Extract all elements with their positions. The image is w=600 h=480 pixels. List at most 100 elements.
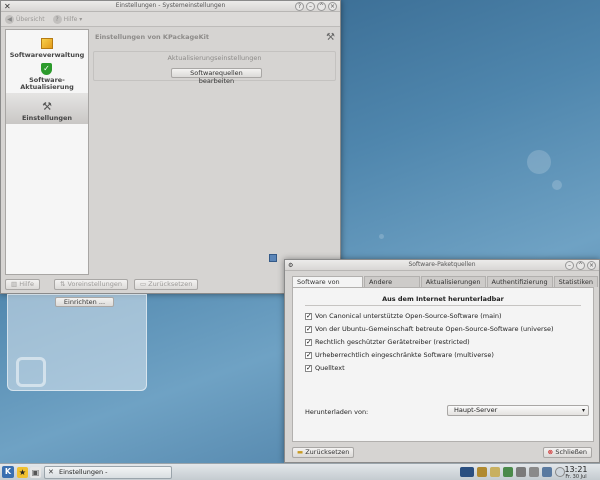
software-sources-dialog: ⚙ Software-Paketquellen – ^ × Software v… — [284, 259, 600, 463]
reset-button[interactable]: ▭ Zurücksetzen — [133, 279, 199, 290]
toolbar: ◀ Übersicht ? Hilfe ▾ — [1, 12, 340, 27]
help-button[interactable]: ▥ Hilfe — [5, 279, 41, 290]
sidebar-item-software-aktualisierung[interactable]: ✓ Software- Aktualisierung — [6, 61, 88, 93]
dialog-button-bar: ▬ Zurücksetzen ⊗ Schließen — [292, 447, 592, 459]
clock-time[interactable]: 13:21 — [562, 465, 590, 474]
checkbox-box[interactable]: ✓ — [305, 325, 312, 333]
tab-panel: Aus dem Internet herunterladbar ✓ Von Ca… — [292, 287, 594, 442]
defaults-icon: ⇅ — [60, 280, 68, 288]
file-manager-icon[interactable]: ▣ — [30, 467, 41, 478]
volume-icon[interactable] — [529, 467, 539, 477]
download-server-value: Haupt-Server — [454, 406, 498, 414]
chevron-down-icon: ▾ — [79, 15, 83, 23]
maximize-button[interactable]: ^ — [576, 261, 585, 270]
sidebar-item-label: Softwareverwaltung — [9, 51, 85, 59]
kde-menu-icon[interactable]: K — [2, 466, 14, 478]
edit-software-sources-button[interactable]: Softwarequellen bearbeiten — [171, 68, 262, 85]
dialog-titlebar[interactable]: ⚙ Software-Paketquellen – ^ × — [285, 260, 599, 271]
network-icon[interactable] — [503, 467, 513, 477]
checkbox-main[interactable]: ✓ Von Canonical unterstützte Open-Source… — [305, 312, 502, 320]
help-icon: ? — [52, 14, 62, 24]
settings-tools-icon: ⚒ — [326, 32, 335, 43]
defaults-button-label: Voreinstellungen — [67, 280, 122, 288]
kde-tool-icon[interactable] — [477, 467, 487, 477]
checkbox-label: Von der Ubuntu-Gemeinschaft betreute Ope… — [315, 325, 554, 333]
shield-check-icon: ✓ — [41, 63, 52, 75]
divider — [305, 305, 581, 306]
close-button[interactable]: × — [587, 261, 596, 270]
back-arrow-icon: ◀ — [5, 14, 14, 24]
help-button-label: Hilfe — [19, 280, 35, 288]
sidebar-item-label: Software- Aktualisierung — [20, 76, 74, 91]
folder-icon[interactable] — [490, 467, 500, 477]
sidebar-item-softwareverwaltung[interactable]: Softwareverwaltung — [6, 30, 88, 61]
section-title: Aus dem Internet herunterladbar — [382, 295, 504, 303]
reset-button-label: Zurücksetzen — [305, 448, 350, 456]
overview-label: Übersicht — [16, 15, 45, 23]
group-title: Aktualisierungseinstellungen — [167, 54, 262, 62]
checkbox-label: Von Canonical unterstützte Open-Source-S… — [315, 312, 502, 320]
tab-andere-software[interactable]: Andere Software — [363, 276, 420, 296]
maximize-button[interactable]: ^ — [317, 2, 326, 11]
window-titlebar[interactable]: ✕ Einstellungen - Systemeinstellungen ? … — [1, 1, 340, 12]
clipboard-icon[interactable] — [516, 467, 526, 477]
chevron-down-icon: ▾ — [581, 407, 585, 414]
window-title: Einstellungen - Systemeinstellungen — [115, 2, 226, 9]
sidebar-item-label: Einstellungen — [21, 114, 73, 122]
pager-icon[interactable] — [460, 467, 474, 477]
help-window-button[interactable]: ? — [295, 2, 304, 11]
download-server-select[interactable]: Haupt-Server ▾ — [447, 405, 589, 416]
system-tray — [460, 467, 565, 477]
reset-icon: ▭ — [139, 280, 149, 288]
checkbox-restricted[interactable]: ✓ Rechtlich geschützter Gerätetreiber (r… — [305, 338, 470, 346]
checkbox-multiverse[interactable]: ✓ Urheberrechtlich eingeschränkte Softwa… — [305, 351, 494, 359]
system-settings-window: ✕ Einstellungen - Systemeinstellungen ? … — [0, 0, 341, 294]
resize-grip-icon[interactable] — [269, 254, 277, 262]
checkbox-label: Urheberrechtlich eingeschränkte Software… — [315, 351, 494, 359]
close-button-label: Schließen — [555, 448, 587, 456]
wrench-icon: ⚒ — [42, 100, 52, 113]
setup-button[interactable]: Einrichten ... — [55, 297, 114, 307]
tab-bar: Software von Kubuntu Andere Software Akt… — [292, 276, 599, 296]
display-icon[interactable] — [542, 467, 552, 477]
taskbar: K ★ ▣ Einstellungen - Systemeinstellunge… — [0, 463, 600, 480]
reset-icon: ▬ — [297, 448, 306, 456]
checkbox-label: Rechtlich geschützter Gerätetreiber (res… — [315, 338, 470, 346]
wallpaper-bubble — [527, 150, 551, 174]
settings-main-panel: Einstellungen von KPackageKit ⚒ Aktualis… — [93, 29, 339, 275]
wallpaper-bubble — [552, 180, 562, 190]
checkbox-label: Quelltext — [315, 364, 345, 372]
tab-authentifizierung[interactable]: Authentifizierung — [486, 276, 553, 287]
help-menu-button[interactable]: ? Hilfe ▾ — [52, 14, 83, 24]
help-icon: ▥ — [11, 280, 20, 288]
close-button[interactable]: × — [328, 2, 337, 11]
checkbox-box[interactable]: ✓ — [305, 351, 312, 359]
minimize-button[interactable]: – — [565, 261, 574, 270]
checkbox-universe[interactable]: ✓ Von der Ubuntu-Gemeinschaft betreute O… — [305, 325, 554, 333]
download-from-label: Herunterladen von: — [305, 408, 369, 416]
dialog-title: Software-Paketquellen — [408, 261, 476, 268]
taskbar-task-system-settings[interactable]: Einstellungen - Systemeinstellungen — [44, 466, 172, 480]
checkbox-box[interactable]: ✓ — [305, 338, 312, 346]
checkbox-box[interactable]: ✓ — [305, 364, 312, 372]
update-settings-group: Aktualisierungseinstellungen Softwareque… — [93, 51, 336, 85]
close-dialog-button[interactable]: ⊗ Schließen — [542, 447, 592, 458]
widget-decoration-icon — [16, 357, 46, 387]
clock-date: Fr. 30 Jul — [565, 474, 587, 480]
sidebar: Softwareverwaltung ✓ Software- Aktualisi… — [5, 29, 89, 275]
reset-button-label: Zurücksetzen — [148, 280, 193, 288]
wallpaper-bubble — [379, 234, 384, 239]
tab-aktualisierungen[interactable]: Aktualisierungen — [420, 276, 486, 287]
minimize-button[interactable]: – — [306, 2, 315, 11]
defaults-button[interactable]: ⇅ Voreinstellungen — [54, 279, 128, 290]
desktop-widget: Einrichten ... — [7, 294, 147, 391]
tab-statistiken[interactable]: Statistiken — [553, 276, 598, 287]
reset-button[interactable]: ▬ Zurücksetzen — [292, 447, 355, 458]
desktop-icon[interactable]: ★ — [17, 467, 28, 478]
checkbox-source-code[interactable]: ✓ Quelltext — [305, 364, 345, 372]
checkbox-box[interactable]: ✓ — [305, 312, 312, 320]
page-title: Einstellungen von KPackageKit — [95, 33, 209, 41]
help-label: Hilfe — [63, 15, 78, 23]
overview-button[interactable]: ◀ Übersicht — [5, 14, 45, 24]
sidebar-item-einstellungen[interactable]: ⚒ Einstellungen — [6, 93, 88, 124]
